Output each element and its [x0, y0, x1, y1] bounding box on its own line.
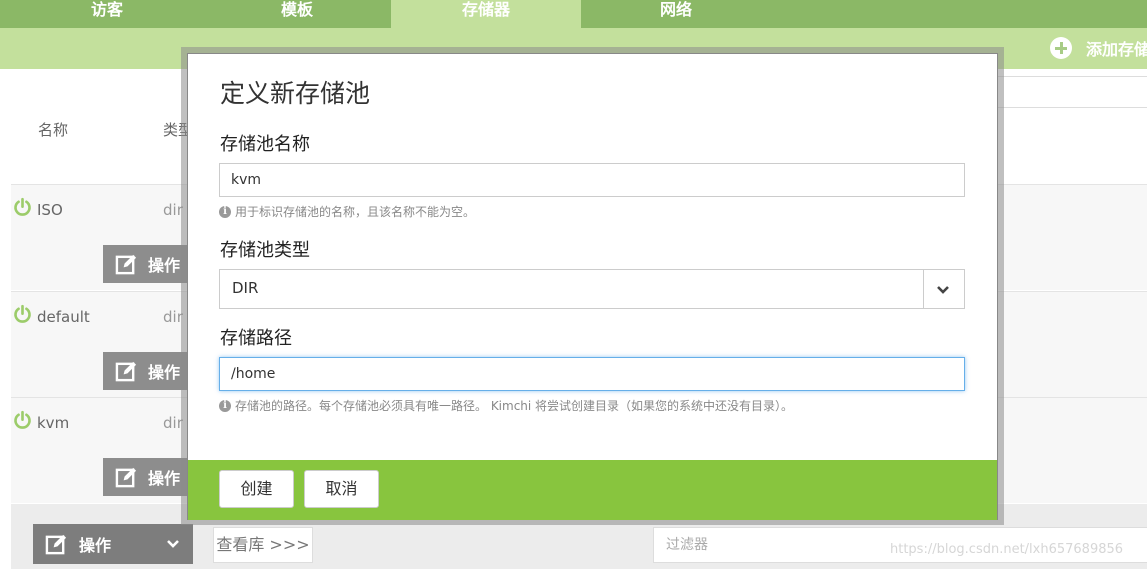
- edit-icon: [115, 467, 137, 488]
- info-icon: i: [219, 399, 231, 412]
- row-type: dir: [163, 414, 183, 432]
- tab-templates[interactable]: 模板: [202, 0, 392, 28]
- edit-icon: [115, 254, 137, 275]
- edit-icon: [45, 534, 67, 555]
- power-icon: [14, 410, 31, 429]
- row-name: ISO: [37, 201, 63, 219]
- dialog-title: 定义新存储池: [220, 79, 371, 108]
- column-header-name: 名称: [38, 121, 69, 139]
- pool-type-select[interactable]: DIR: [219, 269, 965, 309]
- tab-network[interactable]: 网络: [581, 0, 771, 28]
- edit-icon: [115, 361, 137, 382]
- chevron-down-icon[interactable]: [936, 285, 950, 295]
- new-storage-pool-dialog: 定义新存储池 存储池名称 i 用于标识存储池的名称，且该名称不能为空。 存储池类…: [187, 53, 998, 520]
- view-repository-button[interactable]: 查看库 >>>: [213, 527, 313, 563]
- cancel-button[interactable]: 取消: [304, 470, 379, 508]
- power-icon: [14, 197, 31, 216]
- row-type: dir: [163, 308, 183, 326]
- power-icon: [14, 304, 31, 323]
- bulk-action-button[interactable]: 操作: [33, 524, 193, 564]
- tab-guests[interactable]: 访客: [12, 0, 202, 28]
- row-action-label: 操作: [148, 256, 181, 275]
- top-nav: 访客 模板 存储器 网络: [0, 0, 1147, 28]
- watermark: https://blog.csdn.net/lxh657689856: [890, 542, 1124, 557]
- pool-name-help: i 用于标识存储池的名称，且该名称不能为空。: [219, 203, 475, 220]
- chevron-down-icon: [167, 540, 179, 548]
- storage-path-help-text: 存储池的路径。每个存储池必须具有唯一路径。 Kimchi 将尝试创建目录（如果您…: [235, 399, 794, 413]
- create-button[interactable]: 创建: [219, 470, 294, 508]
- row-type: dir: [163, 201, 183, 219]
- add-storage-label: 添加存储: [1086, 40, 1147, 59]
- pool-name-label: 存储池名称: [220, 134, 310, 155]
- storage-path-label: 存储路径: [220, 328, 292, 349]
- row-action-label: 操作: [148, 469, 181, 488]
- select-divider: [923, 270, 924, 308]
- add-storage-button[interactable]: 添加存储: [1050, 35, 1147, 61]
- row-name: default: [37, 308, 90, 326]
- search-field[interactable]: [990, 76, 1147, 108]
- tab-storage[interactable]: 存储器: [391, 0, 581, 28]
- pool-name-help-text: 用于标识存储池的名称，且该名称不能为空。: [235, 205, 476, 219]
- storage-path-input[interactable]: [219, 357, 965, 391]
- pool-type-value: DIR: [232, 279, 259, 297]
- storage-path-help: i 存储池的路径。每个存储池必须具有唯一路径。 Kimchi 将尝试创建目录（如…: [219, 397, 793, 414]
- pool-name-input[interactable]: [219, 163, 965, 197]
- plus-circle-icon: [1050, 37, 1072, 59]
- row-name: kvm: [37, 414, 70, 432]
- row-action-label: 操作: [148, 363, 181, 382]
- info-icon: i: [219, 205, 231, 218]
- bulk-action-label: 操作: [79, 536, 112, 555]
- dialog-footer: 创建 取消: [188, 460, 997, 520]
- pool-type-label: 存储池类型: [220, 240, 310, 261]
